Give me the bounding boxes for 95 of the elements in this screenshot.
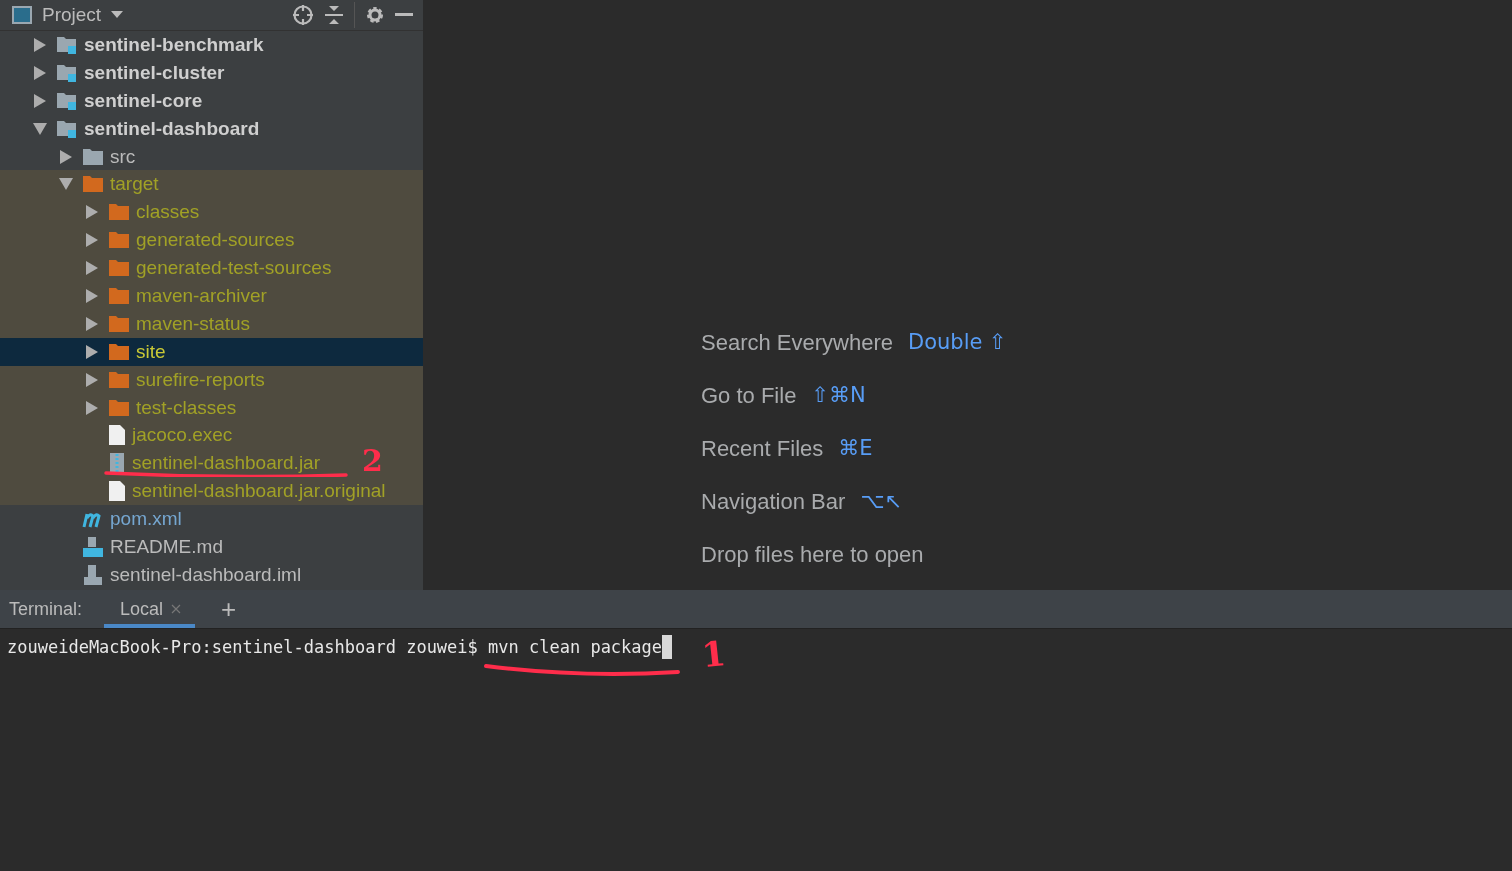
archive-icon	[108, 452, 126, 475]
folder-icon	[108, 231, 130, 250]
tree-item[interactable]: classes	[0, 198, 423, 227]
tree-item-label: generated-test-sources	[136, 257, 332, 280]
shortcut-text: Double ⇧	[908, 329, 1007, 356]
tree-item[interactable]: generated-sources	[0, 226, 423, 255]
file-icon	[108, 424, 126, 447]
expanded-arrow-icon[interactable]	[59, 178, 73, 191]
tree-item-label: sentinel-cluster	[84, 61, 225, 84]
tree-item-label: sentinel-dashboard.iml	[110, 563, 302, 586]
locate-icon[interactable]	[292, 4, 314, 26]
tree-item-label: pom.xml	[110, 508, 182, 531]
module-folder-icon	[56, 62, 78, 83]
collapsed-arrow-icon[interactable]	[86, 316, 98, 331]
tree-item[interactable]: src	[0, 142, 423, 171]
collapsed-arrow-icon[interactable]	[86, 400, 98, 415]
tree-item[interactable]: pom.xml	[0, 505, 423, 534]
tree-item[interactable]: maven-archiver	[0, 282, 423, 310]
tree-item[interactable]: sentinel-dashboard.jar.original	[0, 477, 423, 506]
tree-item[interactable]: jacoco.exec	[0, 421, 423, 450]
folder-icon	[108, 314, 130, 333]
tree-item[interactable]: sentinel-core	[0, 86, 423, 115]
tree-item[interactable]: maven-status	[0, 309, 423, 338]
tree-item-label: surefire-reports	[136, 368, 265, 391]
collapsed-arrow-icon[interactable]	[34, 37, 46, 52]
collapsed-arrow-icon[interactable]	[60, 149, 72, 164]
shortcut-text: ⇧⌘N	[811, 382, 866, 409]
collapse-all-icon[interactable]	[324, 5, 344, 25]
new-tab-button[interactable]: +	[217, 590, 241, 628]
tree-item-label: site	[136, 340, 166, 363]
tree-item-label: generated-sources	[136, 229, 295, 252]
terminal-command: mvn clean package	[488, 636, 663, 659]
tree-item[interactable]: sentinel-cluster	[0, 58, 423, 87]
markdown-icon	[82, 535, 104, 558]
dropdown-caret-icon[interactable]	[111, 11, 124, 19]
tree-item[interactable]: target	[0, 170, 423, 199]
annotation-number: 1	[699, 632, 728, 676]
window-icon	[12, 6, 32, 24]
tree-item-label: src	[110, 145, 136, 168]
settings-icon[interactable]	[365, 5, 385, 25]
tree-item[interactable]: sentinel-benchmark	[0, 31, 423, 59]
tree-item[interactable]: test-classes	[0, 393, 423, 422]
tree-item-label: sentinel-benchmark	[84, 33, 264, 56]
module-folder-icon	[56, 118, 78, 139]
module-folder-icon	[56, 90, 78, 111]
folder-icon	[108, 370, 130, 389]
module-folder-icon	[56, 34, 78, 55]
collapsed-arrow-icon[interactable]	[34, 65, 46, 80]
tree-item-label: test-classes	[136, 396, 237, 419]
tree-item[interactable]: site	[0, 337, 423, 366]
tree-item[interactable]: surefire-reports	[0, 365, 423, 394]
hint-label: Drop files here to open	[701, 541, 924, 569]
expanded-arrow-icon[interactable]	[33, 122, 47, 135]
tree-item[interactable]: sentinel-dashboard.iml	[0, 560, 423, 589]
hint-label: Search Everywhere	[701, 329, 893, 357]
tree-item-label: maven-archiver	[136, 284, 267, 307]
folder-icon	[108, 342, 130, 361]
minimize-icon[interactable]	[395, 13, 413, 17]
folder-icon	[108, 286, 130, 305]
hint-label: Recent Files	[701, 435, 824, 463]
shortcut-text: ⌘E	[838, 435, 873, 462]
collapsed-arrow-icon[interactable]	[86, 233, 98, 248]
tree-item-label: sentinel-dashboard.jar.original	[132, 480, 386, 503]
folder-icon	[108, 259, 130, 278]
folder-icon	[82, 175, 104, 194]
collapsed-arrow-icon[interactable]	[86, 261, 98, 276]
tree-item[interactable]: README.md	[0, 533, 423, 561]
tree-item-label: README.md	[110, 535, 223, 558]
collapsed-arrow-icon[interactable]	[86, 344, 98, 359]
terminal-prompt: zouweideMacBook-Pro:sentinel-dashboard zouwei$	[7, 636, 479, 659]
tree-item-label: classes	[136, 201, 200, 224]
tree-item[interactable]: sentinel-dashboard.jar 2	[0, 449, 423, 478]
panel-title[interactable]: Project	[42, 4, 102, 26]
tree-item-label: target	[110, 173, 159, 196]
collapsed-arrow-icon[interactable]	[86, 288, 98, 303]
maven-icon	[82, 510, 104, 529]
terminal-title: Terminal:	[9, 597, 83, 621]
folder-icon	[82, 147, 104, 166]
tree-item[interactable]: sentinel-dashboard	[0, 114, 423, 143]
tree-item-label: sentinel-dashboard	[84, 117, 260, 140]
collapsed-arrow-icon[interactable]	[86, 205, 98, 220]
file-icon	[108, 480, 126, 503]
tree-item-label: maven-status	[136, 312, 251, 335]
folder-icon	[108, 398, 130, 417]
tree-item-label: sentinel-dashboard.jar	[132, 452, 320, 475]
collapsed-arrow-icon[interactable]	[34, 93, 46, 108]
folder-icon	[108, 203, 130, 222]
hint-label: Go to File	[701, 382, 797, 410]
tree-item-label: sentinel-core	[84, 89, 203, 112]
shortcut-text: ⌥↖	[860, 488, 903, 515]
tree-item-label: jacoco.exec	[132, 424, 233, 447]
module-file-icon	[82, 563, 104, 586]
tree-item[interactable]: generated-test-sources	[0, 254, 423, 282]
hint-label: Navigation Bar	[701, 488, 846, 516]
collapsed-arrow-icon[interactable]	[86, 372, 98, 387]
